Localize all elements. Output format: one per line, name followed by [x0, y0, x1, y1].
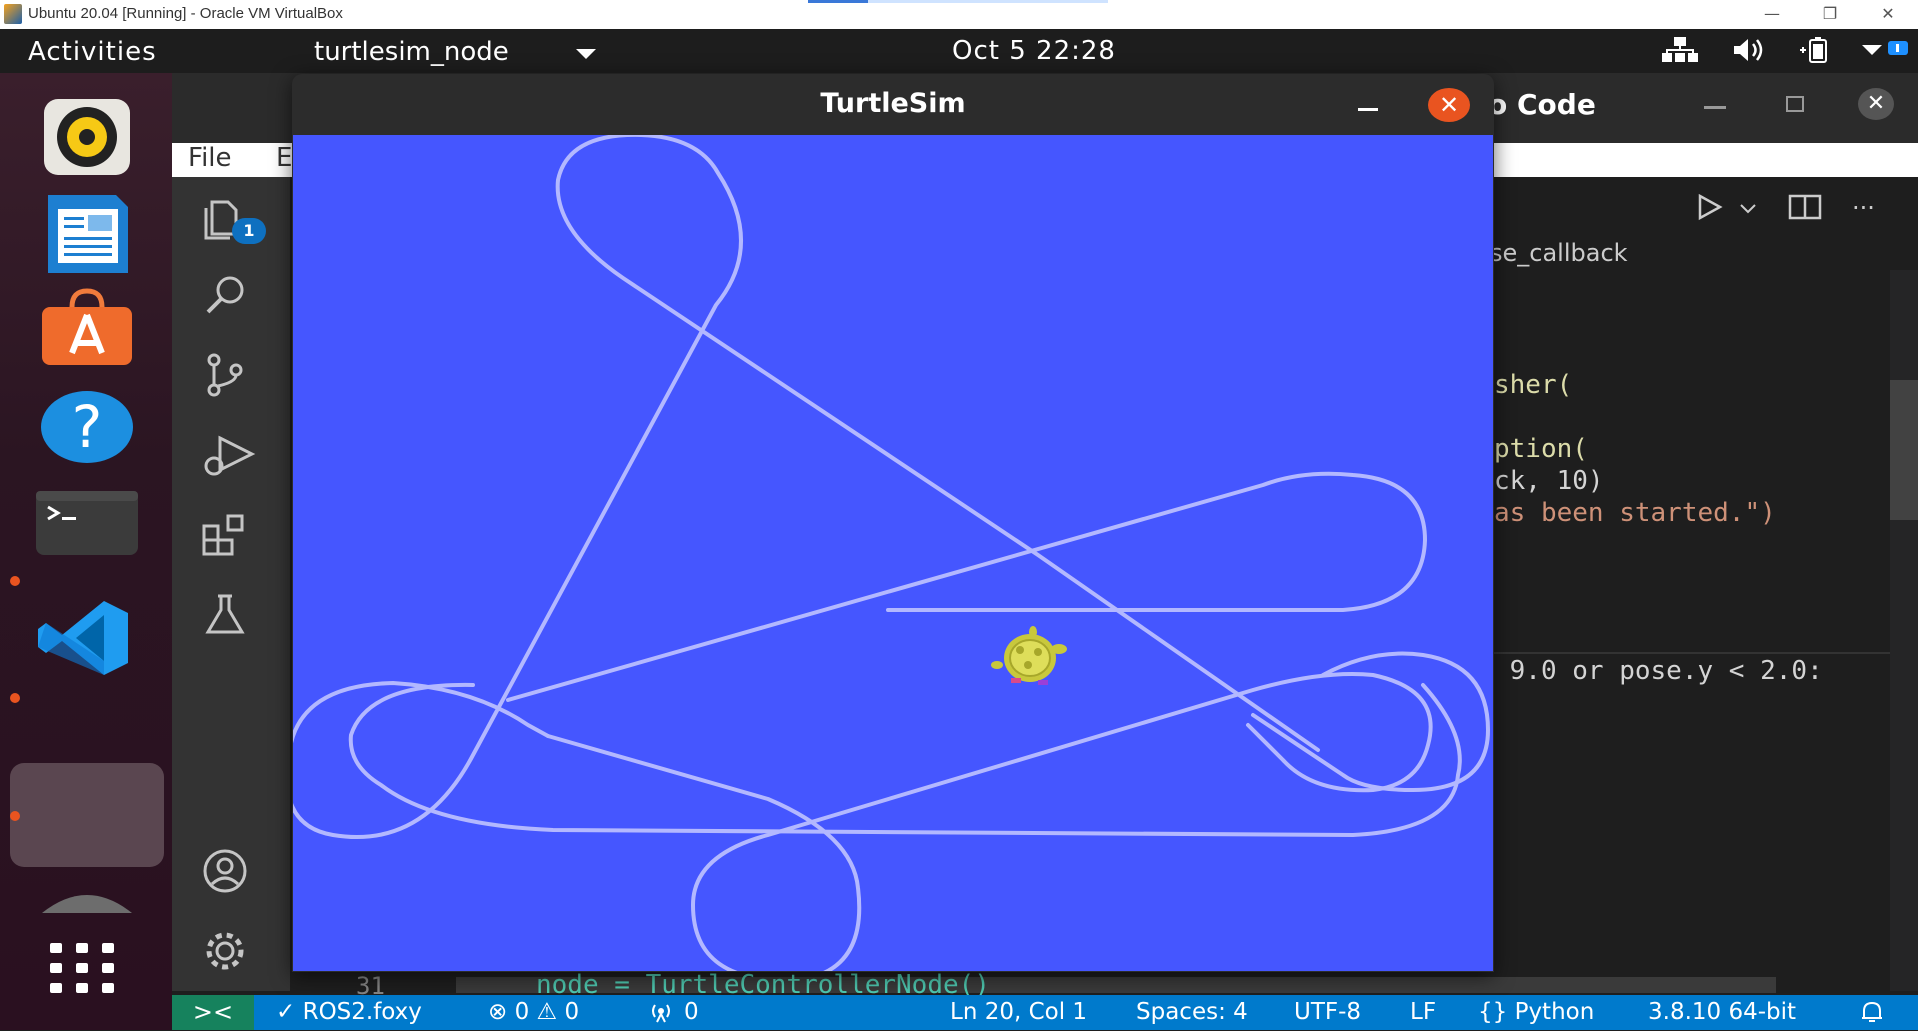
activities-button[interactable]: Activities	[28, 37, 157, 67]
run-debug-icon[interactable]	[200, 432, 256, 488]
scrollbar-thumb[interactable]	[1890, 380, 1918, 520]
breadcrumb-symbol[interactable]: se_callback	[1490, 239, 1628, 267]
status-ports[interactable]: 0	[684, 999, 699, 1025]
help-icon[interactable]: ?	[32, 383, 142, 469]
bell-icon[interactable]	[1858, 999, 1886, 1031]
status-workspace[interactable]: ✓ ROS2.foxy	[276, 999, 422, 1025]
terminal-icon[interactable]	[32, 481, 142, 567]
status-spaces[interactable]: Spaces: 4	[1136, 999, 1248, 1025]
source-control-icon[interactable]	[200, 352, 250, 408]
app-menu[interactable]: turtlesim_node	[314, 37, 509, 67]
run-icon[interactable]	[1694, 192, 1724, 226]
broadcast-icon[interactable]	[648, 999, 674, 1029]
editor-divider	[1490, 652, 1894, 654]
vscode-minimize-button[interactable]	[1704, 106, 1726, 109]
status-interpreter[interactable]: 3.8.10 64-bit	[1648, 999, 1796, 1025]
host-window-title: Ubuntu 20.04 [Running] - Oracle VM Virtu…	[28, 5, 343, 22]
turtlesim-canvas	[284, 132, 1493, 983]
account-icon[interactable]	[200, 848, 250, 904]
virtualbox-logo-icon	[4, 4, 22, 24]
clock[interactable]: Oct 5 22:28	[952, 36, 1116, 66]
host-progress-fill	[808, 0, 868, 3]
vscode-title: o Code	[1488, 88, 1596, 121]
extensions-icon[interactable]	[200, 512, 256, 568]
search-icon[interactable]	[200, 272, 250, 328]
explorer-badge: 1	[232, 218, 266, 244]
running-indicator	[10, 576, 20, 586]
more-actions-icon[interactable]: ···	[1852, 194, 1875, 222]
status-problems[interactable]: ⊗ 0 ⚠ 0	[488, 999, 579, 1025]
running-indicator	[10, 693, 20, 703]
turtle-icon	[991, 626, 1067, 685]
turtlesim-close-button[interactable]: ✕	[1428, 88, 1470, 122]
status-position[interactable]: Ln 20, Col 1	[950, 999, 1087, 1025]
active-window-highlight[interactable]	[10, 763, 164, 867]
ubuntu-software-icon[interactable]	[32, 287, 142, 373]
menu-file[interactable]: File	[188, 143, 232, 173]
rhythmbox-icon[interactable]	[32, 95, 142, 181]
testing-flask-icon[interactable]	[200, 592, 250, 648]
svg-text:?: ?	[72, 393, 103, 461]
split-editor-icon[interactable]	[1788, 194, 1822, 224]
chevron-down-icon[interactable]	[576, 49, 596, 59]
libreoffice-writer-icon[interactable]	[32, 191, 142, 277]
breadcrumb: se_callback	[1490, 237, 1918, 271]
system-menu-icon[interactable]	[1860, 35, 1912, 71]
volume-icon[interactable]	[1730, 35, 1770, 71]
status-language[interactable]: {} Python	[1478, 999, 1594, 1025]
code-token: ption(	[1494, 434, 1588, 464]
gear-icon[interactable]	[200, 928, 250, 984]
editor-scrollbar[interactable]	[1890, 270, 1918, 991]
show-apps-icon[interactable]	[32, 935, 142, 1021]
vscode-icon[interactable]	[32, 595, 142, 681]
host-restore-button[interactable]: ❐	[1810, 4, 1850, 26]
code-line: as been started.")	[1494, 498, 1776, 528]
turtle-trail-drawing	[284, 132, 1490, 983]
turtlesim-title: TurtleSim	[820, 88, 966, 119]
network-icon[interactable]	[1660, 35, 1700, 71]
host-close-button[interactable]: ✕	[1868, 4, 1908, 26]
vscode-close-button[interactable]: ✕	[1858, 88, 1894, 120]
code-line: sher(	[1494, 370, 1572, 400]
battery-icon[interactable]	[1796, 35, 1836, 71]
code-line: ck, 10)	[1494, 466, 1604, 496]
vscode-maximize-button[interactable]	[1786, 96, 1804, 112]
code-token: as been started.")	[1494, 498, 1776, 528]
status-encoding[interactable]: UTF-8	[1294, 999, 1361, 1025]
turtlesim-minimize-button[interactable]	[1358, 108, 1378, 111]
host-minimize-button[interactable]: —	[1752, 4, 1792, 26]
menu-edit[interactable]: E	[276, 143, 292, 173]
top-panel: Activities turtlesim_node Oct 5 22:28	[0, 29, 1918, 73]
code-line: ption(	[1494, 434, 1588, 464]
code-token: sher(	[1494, 370, 1573, 400]
running-indicator	[10, 811, 20, 821]
code-line: 9.0 or pose.y < 2.0:	[1494, 656, 1823, 686]
code-token: ck, 10)	[1494, 466, 1604, 496]
ubuntu-dock: ?	[0, 73, 172, 1030]
remote-indicator[interactable]: ><	[172, 995, 254, 1030]
chevron-down-icon[interactable]	[1738, 198, 1758, 222]
status-eol[interactable]: LF	[1410, 999, 1436, 1025]
